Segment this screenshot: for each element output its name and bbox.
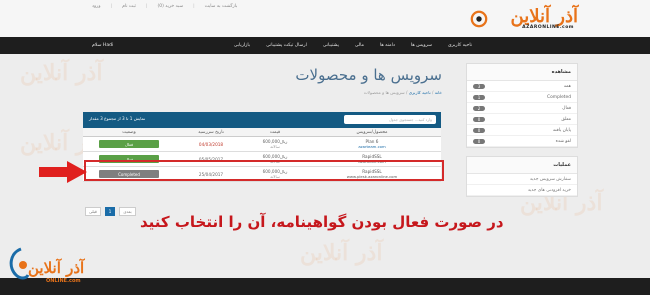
top-link-login[interactable]: ورود <box>92 4 101 9</box>
filter-item-suspended[interactable]: 0 معلق <box>467 114 577 125</box>
filter-label: پایان یافته <box>552 127 571 133</box>
nav-menu: ناحیه کاربری سرویس ها دامنه ها مالی پشتی… <box>234 37 472 54</box>
filter-item-completed[interactable]: 1 Completed <box>467 92 577 103</box>
top-bar: ورود | ثبت نام | سبد خرید (0) | بازگشت ب… <box>0 0 650 37</box>
nav-item-services[interactable]: سرویس ها <box>411 43 432 48</box>
watermark: آذر آنلاین <box>20 60 103 86</box>
filter-panel-title: مشاهده <box>467 64 577 81</box>
filter-label: لغو شده <box>555 138 571 144</box>
actions-panel: عملیات سفارش سرویس جدید خرید افزودنی های… <box>466 156 578 197</box>
filter-label: معلق <box>561 116 571 122</box>
breadcrumb-client-area[interactable]: ناحیه کاربری <box>409 90 431 95</box>
filter-count: 3 <box>473 83 485 89</box>
due-date-cell: 04/03/2018 <box>198 141 224 147</box>
filter-count: 2 <box>473 105 485 111</box>
nav-item-client-area[interactable]: ناحیه کاربری <box>448 43 472 48</box>
footer-logo-text: آذر آنلاین <box>28 259 85 277</box>
product-cell: Plan 6 azarteam.com <box>303 137 441 151</box>
filter-item-active[interactable]: 2 فعال <box>467 103 577 114</box>
main-nav: ناحیه کاربری سرویس ها دامنه ها مالی پشتی… <box>0 37 650 54</box>
pagination: قبلی 1 بعدی <box>85 207 136 216</box>
price-cell: 600,000ریال سالانه <box>247 137 303 151</box>
filter-count: 0 <box>473 116 485 122</box>
breadcrumb-current: سرویس ها و محصولات <box>363 90 405 95</box>
top-link-cart[interactable]: سبد خرید (0) <box>157 4 183 9</box>
product-domain[interactable]: azarteam.com <box>358 144 385 149</box>
table-row[interactable]: فعال 04/03/2018 600,000ریال سالانه Plan … <box>83 137 441 152</box>
pagination-prev[interactable]: قبلی <box>85 207 101 216</box>
footer-logo-subtext: ONLINE.com <box>46 278 81 284</box>
sidebar: مشاهده 3 همه 1 Completed 2 فعال 0 معلق 0… <box>466 63 578 205</box>
nav-item-domains[interactable]: دامنه ها <box>380 43 395 48</box>
highlight-box <box>84 160 444 181</box>
action-buy-addons[interactable]: خرید افزودنی های جدید <box>467 185 577 196</box>
logo-subtext: AZARONLINE.com <box>522 25 574 30</box>
nav-item-affiliates[interactable]: بازاریابی <box>234 43 250 48</box>
filter-label: همه <box>563 83 571 89</box>
nav-item-support[interactable]: پشتیبانی <box>323 43 339 48</box>
nav-account-menu[interactable]: سلام Hadi <box>92 37 113 54</box>
column-due-date[interactable]: تاریخ سررسید <box>175 128 247 136</box>
instruction-caption: در صورت فعال بودن گواهینامه، آن را انتخا… <box>140 213 504 231</box>
column-status[interactable]: وضعیت <box>83 128 175 136</box>
column-price[interactable]: قیمت <box>247 128 303 136</box>
filter-count: 1 <box>473 94 485 100</box>
filter-label: فعال <box>562 105 571 111</box>
nav-item-billing[interactable]: مالی <box>355 43 364 48</box>
filter-count: 0 <box>473 127 485 133</box>
filter-item-terminated[interactable]: 0 پایان یافته <box>467 125 577 136</box>
actions-panel-title: عملیات <box>467 157 577 174</box>
table-toolbar: وارد کنید... جستجوی جدول نمایش 1 تا 3 از… <box>83 112 441 128</box>
pagination-current-page[interactable]: 1 <box>104 207 116 216</box>
filter-count: 0 <box>473 138 485 144</box>
site-logo[interactable]: آذر آنلاین AZARONLINE.com <box>470 6 579 32</box>
column-product[interactable]: محصول/سرویس <box>303 128 441 136</box>
status-cell: فعال <box>83 137 175 151</box>
action-order-service[interactable]: سفارش سرویس جدید <box>467 174 577 185</box>
page-title: سرویس ها و محصولات <box>295 66 442 84</box>
watermark: آذر آنلاین <box>300 240 383 266</box>
pagination-next[interactable]: بعدی <box>119 207 136 216</box>
filter-label: Completed <box>547 94 571 100</box>
breadcrumb: خانه / ناحیه کاربری / سرویس ها و محصولات <box>363 90 442 95</box>
logo-swirl-icon <box>470 10 488 28</box>
top-link-register[interactable]: ثبت نام <box>122 4 136 9</box>
table-search-input[interactable]: وارد کنید... جستجوی جدول <box>344 115 436 124</box>
nav-item-open-ticket[interactable]: ارسال تیکت پشتیبانی <box>266 43 307 48</box>
billing-cycle: سالانه <box>270 144 280 149</box>
breadcrumb-home[interactable]: خانه <box>435 90 442 95</box>
filter-item-all[interactable]: 3 همه <box>467 81 577 92</box>
filter-panel: مشاهده 3 همه 1 Completed 2 فعال 0 معلق 0… <box>466 63 578 148</box>
footer-bar <box>0 278 650 295</box>
logo-text: آذر آنلاین <box>510 6 579 27</box>
red-arrow-icon <box>39 161 87 183</box>
status-badge: فعال <box>99 140 159 148</box>
filter-item-cancelled[interactable]: 0 لغو شده <box>467 136 577 147</box>
footer-logo: آذر آنلاین ONLINE.com <box>6 245 88 293</box>
table-header-row: وضعیت تاریخ سررسید قیمت محصول/سرویس <box>83 128 441 137</box>
top-links: ورود | ثبت نام | سبد خرید (0) | بازگشت ب… <box>92 4 238 9</box>
table-count-text: نمایش 1 تا 3 از مجموع 3 مقدار <box>89 116 146 121</box>
top-link-back[interactable]: بازگشت به سایت <box>205 4 238 9</box>
